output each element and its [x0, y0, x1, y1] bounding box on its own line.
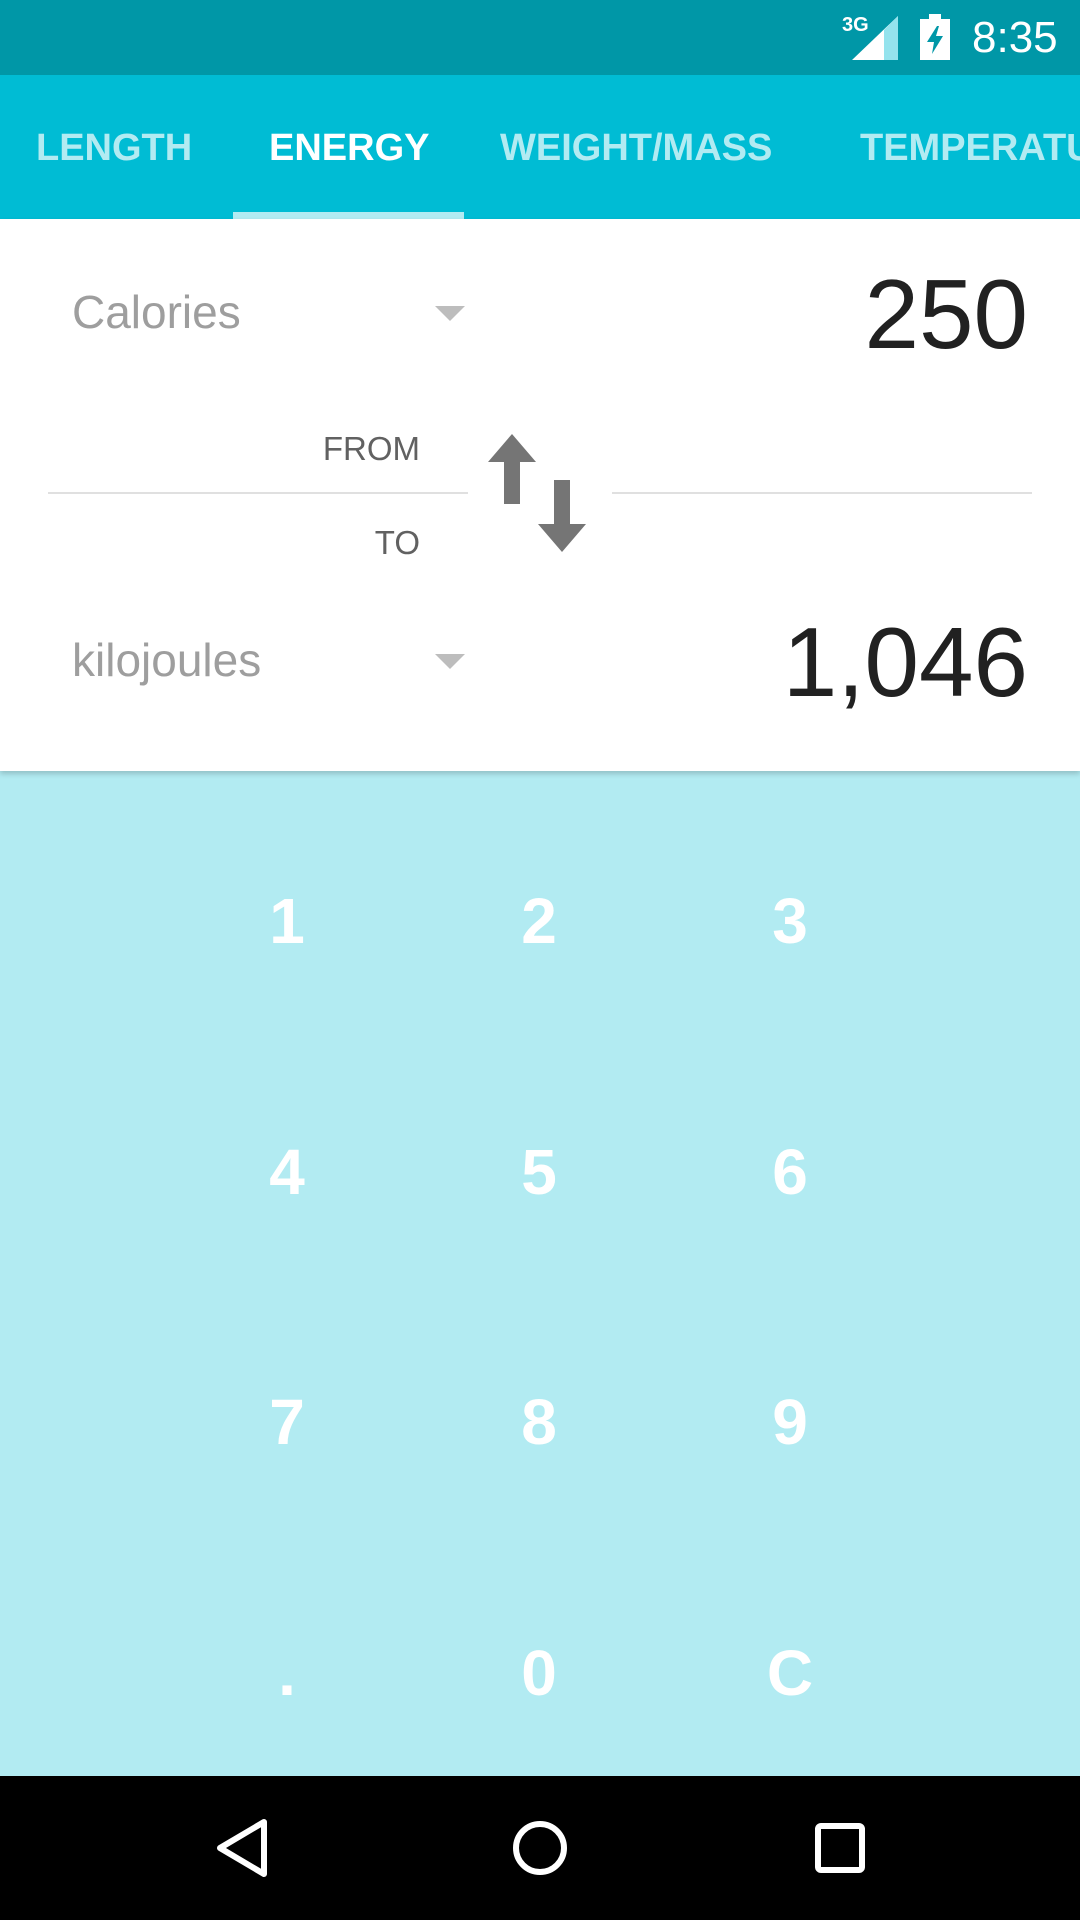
converter-panel: Calories 250 FROM TO kilojoules 1,046: [0, 219, 1080, 771]
from-unit-dropdown[interactable]: Calories: [72, 272, 472, 352]
keypad: 1 2 3 4 5 6 7 8 9 . 0 C: [0, 771, 1080, 1776]
key-9[interactable]: 9: [700, 1342, 880, 1502]
home-icon[interactable]: [510, 1818, 570, 1878]
key-decimal[interactable]: .: [197, 1593, 377, 1753]
cell-signal-icon: [852, 16, 898, 60]
tab-weight-mass[interactable]: WEIGHT/MASS: [500, 75, 772, 219]
to-value: 1,046: [782, 607, 1028, 717]
recents-icon[interactable]: [810, 1818, 870, 1878]
key-4[interactable]: 4: [197, 1092, 377, 1252]
status-bar: 3G 8:35: [0, 0, 1080, 75]
from-label: FROM: [322, 430, 420, 467]
key-3[interactable]: 3: [700, 841, 880, 1001]
key-clear[interactable]: C: [700, 1593, 880, 1753]
to-unit-dropdown[interactable]: kilojoules: [72, 620, 472, 700]
navigation-bar: [0, 1776, 1080, 1920]
key-7[interactable]: 7: [197, 1342, 377, 1502]
category-tab-bar: LENGTH ENERGY WEIGHT/MASS TEMPERATU: [0, 75, 1080, 219]
to-label: TO: [374, 524, 420, 561]
divider-right: [612, 492, 1032, 494]
key-5[interactable]: 5: [449, 1092, 629, 1252]
key-8[interactable]: 8: [449, 1342, 629, 1502]
from-unit-label: Calories: [72, 286, 241, 338]
key-0[interactable]: 0: [449, 1593, 629, 1753]
tab-temperature[interactable]: TEMPERATU: [860, 75, 1080, 219]
triangle-down-icon: [435, 654, 465, 669]
battery-charging-icon: [920, 14, 950, 60]
triangle-down-icon: [435, 306, 465, 321]
key-6[interactable]: 6: [700, 1092, 880, 1252]
tab-energy[interactable]: ENERGY: [269, 75, 429, 219]
key-2[interactable]: 2: [449, 841, 629, 1001]
swap-vertical-icon[interactable]: [488, 434, 586, 552]
back-icon[interactable]: [212, 1818, 272, 1878]
tab-length[interactable]: LENGTH: [36, 75, 192, 219]
from-value[interactable]: 250: [864, 259, 1028, 369]
key-1[interactable]: 1: [197, 841, 377, 1001]
active-tab-indicator: [233, 212, 464, 219]
clock: 8:35: [972, 13, 1058, 62]
to-unit-label: kilojoules: [72, 634, 262, 686]
divider-left: [48, 492, 468, 494]
